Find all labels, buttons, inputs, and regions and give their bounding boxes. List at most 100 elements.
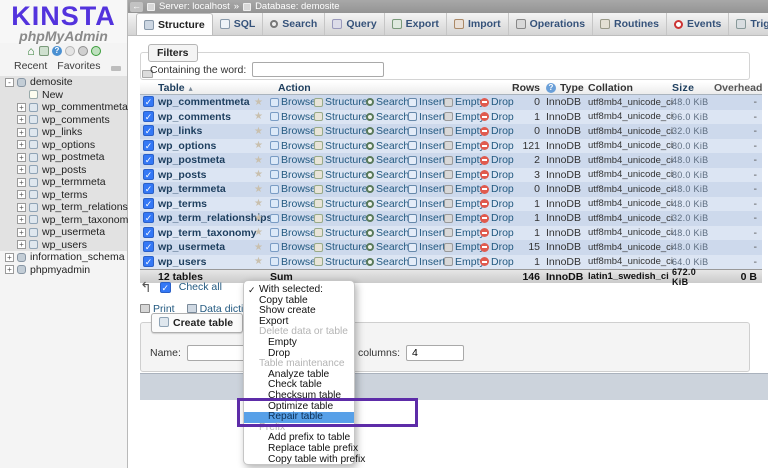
insert-action-link[interactable]: Insert xyxy=(408,212,445,224)
expand-icon[interactable]: + xyxy=(17,190,26,200)
browse-action-link[interactable]: Browse xyxy=(270,125,316,137)
structure-action-link[interactable]: Structure xyxy=(314,183,368,195)
table-name-link[interactable]: wp_posts xyxy=(158,169,254,181)
browse-action-link[interactable]: Browse xyxy=(270,241,316,253)
insert-action-link[interactable]: Insert xyxy=(408,96,445,108)
expand-icon[interactable]: + xyxy=(17,127,26,137)
drop-action-link[interactable]: Drop xyxy=(480,256,514,268)
row-checkbox[interactable]: ✓ xyxy=(143,125,154,137)
tree-table-wp_termmeta[interactable]: + wp_termmeta xyxy=(0,176,127,189)
drop-action-link[interactable]: Drop xyxy=(480,125,514,137)
empty-action-link[interactable]: Empty xyxy=(444,256,485,268)
favorite-star-icon[interactable]: ★ xyxy=(254,97,270,108)
row-checkbox[interactable]: ✓ xyxy=(143,241,154,253)
search-action-link[interactable]: Search xyxy=(366,241,409,253)
structure-action-link[interactable]: Structure xyxy=(314,96,368,108)
row-checkbox[interactable]: ✓ xyxy=(143,183,154,195)
docs-help-icon[interactable]: ? xyxy=(52,46,62,56)
favorite-star-icon[interactable]: ★ xyxy=(254,213,270,224)
structure-action-link[interactable]: Structure xyxy=(314,154,368,166)
menu-item-checksum-table[interactable]: Checksum table xyxy=(244,390,354,402)
empty-action-link[interactable]: Empty xyxy=(444,183,485,195)
column-header-table[interactable]: Table ▴ xyxy=(158,82,254,94)
row-checkbox[interactable]: ✓ xyxy=(143,154,154,166)
browse-action-link[interactable]: Browse xyxy=(270,96,316,108)
tree-table-wp_users[interactable]: + wp_users xyxy=(0,239,127,252)
expand-icon[interactable]: + xyxy=(17,165,26,175)
tab-routines[interactable]: Routines xyxy=(593,13,667,35)
search-action-link[interactable]: Search xyxy=(366,169,409,181)
tree-db-demosite[interactable]: - demosite xyxy=(0,76,127,89)
tree-new-table[interactable]: New xyxy=(0,89,127,102)
tree-table-wp_comments[interactable]: + wp_comments xyxy=(0,114,127,127)
sql-window-icon[interactable] xyxy=(39,46,49,56)
empty-action-link[interactable]: Empty xyxy=(444,125,485,137)
insert-action-link[interactable]: Insert xyxy=(408,111,445,123)
structure-action-link[interactable]: Structure xyxy=(314,256,368,268)
insert-action-link[interactable]: Insert xyxy=(408,256,445,268)
expand-icon[interactable]: + xyxy=(17,227,26,237)
table-name-link[interactable]: wp_term_relationships xyxy=(158,212,272,224)
tree-table-wp_terms[interactable]: + wp_terms xyxy=(0,189,127,202)
drop-action-link[interactable]: Drop xyxy=(480,183,514,195)
sidebar-collapse-handle[interactable] xyxy=(111,66,121,71)
insert-action-link[interactable]: Insert xyxy=(408,140,445,152)
browse-action-link[interactable]: Browse xyxy=(270,198,316,210)
tree-table-wp_usermeta[interactable]: + wp_usermeta xyxy=(0,226,127,239)
filters-legend[interactable]: Filters xyxy=(148,44,198,62)
expand-icon[interactable]: + xyxy=(17,202,26,212)
favorite-star-icon[interactable]: ★ xyxy=(254,256,270,267)
search-action-link[interactable]: Search xyxy=(366,140,409,152)
columns-count-input[interactable] xyxy=(406,345,465,361)
tree-table-wp_postmeta[interactable]: + wp_postmeta xyxy=(0,151,127,164)
favorite-star-icon[interactable]: ★ xyxy=(254,227,270,238)
browse-action-link[interactable]: Browse xyxy=(270,169,316,181)
tree-table-wp_options[interactable]: + wp_options xyxy=(0,139,127,152)
structure-action-link[interactable]: Structure xyxy=(314,169,368,181)
expand-icon[interactable]: + xyxy=(5,252,14,262)
favorite-star-icon[interactable]: ★ xyxy=(254,184,270,195)
recent-dropdown[interactable]: Recent xyxy=(14,60,47,72)
check-all-label[interactable]: Check all xyxy=(179,281,222,293)
favorite-star-icon[interactable]: ★ xyxy=(254,155,270,166)
browse-action-link[interactable]: Browse xyxy=(270,212,316,224)
tree-table-wp_term_relationships[interactable]: + wp_term_relationships xyxy=(0,201,147,214)
back-arrow-button[interactable]: ← xyxy=(130,1,143,12)
drop-action-link[interactable]: Drop xyxy=(480,241,514,253)
home-icon[interactable]: ⌂ xyxy=(26,45,36,57)
containing-word-input[interactable] xyxy=(252,62,385,77)
search-action-link[interactable]: Search xyxy=(366,183,409,195)
tree-table-wp_links[interactable]: + wp_links xyxy=(0,126,127,139)
search-action-link[interactable]: Search xyxy=(366,198,409,210)
insert-action-link[interactable]: Insert xyxy=(408,169,445,181)
empty-action-link[interactable]: Empty xyxy=(444,227,485,239)
table-name-link[interactable]: wp_termmeta xyxy=(158,183,254,195)
insert-action-link[interactable]: Insert xyxy=(408,125,445,137)
refresh-navigation-icon[interactable] xyxy=(91,46,101,56)
expand-icon[interactable]: + xyxy=(17,240,26,250)
empty-action-link[interactable]: Empty xyxy=(444,212,485,224)
insert-action-link[interactable]: Insert xyxy=(408,183,445,195)
browse-action-link[interactable]: Browse xyxy=(270,154,316,166)
favorite-star-icon[interactable]: ★ xyxy=(254,140,270,151)
empty-action-link[interactable]: Empty xyxy=(444,154,485,166)
menu-item-copy-table-with-prefix[interactable]: Copy table with prefix xyxy=(244,454,365,466)
table-name-link[interactable]: wp_postmeta xyxy=(158,154,254,166)
empty-action-link[interactable]: Empty xyxy=(444,241,485,253)
search-action-link[interactable]: Search xyxy=(366,125,409,137)
kinsta-logo[interactable]: KINSTA phpMyAdmin xyxy=(0,0,127,43)
empty-action-link[interactable]: Empty xyxy=(444,96,485,108)
structure-action-link[interactable]: Structure xyxy=(314,241,368,253)
insert-action-link[interactable]: Insert xyxy=(408,227,445,239)
search-action-link[interactable]: Search xyxy=(366,227,409,239)
search-action-link[interactable]: Search xyxy=(366,212,409,224)
browse-action-link[interactable]: Browse xyxy=(270,256,316,268)
tree-table-wp_posts[interactable]: + wp_posts xyxy=(0,164,127,177)
search-action-link[interactable]: Search xyxy=(366,154,409,166)
empty-action-link[interactable]: Empty xyxy=(444,140,485,152)
favorite-star-icon[interactable]: ★ xyxy=(254,242,270,253)
favorite-star-icon[interactable]: ★ xyxy=(254,111,270,122)
structure-action-link[interactable]: Structure xyxy=(314,111,368,123)
check-all-checkbox[interactable]: ✓ xyxy=(159,281,171,293)
breadcrumb-database[interactable]: Database: demosite xyxy=(255,1,340,12)
